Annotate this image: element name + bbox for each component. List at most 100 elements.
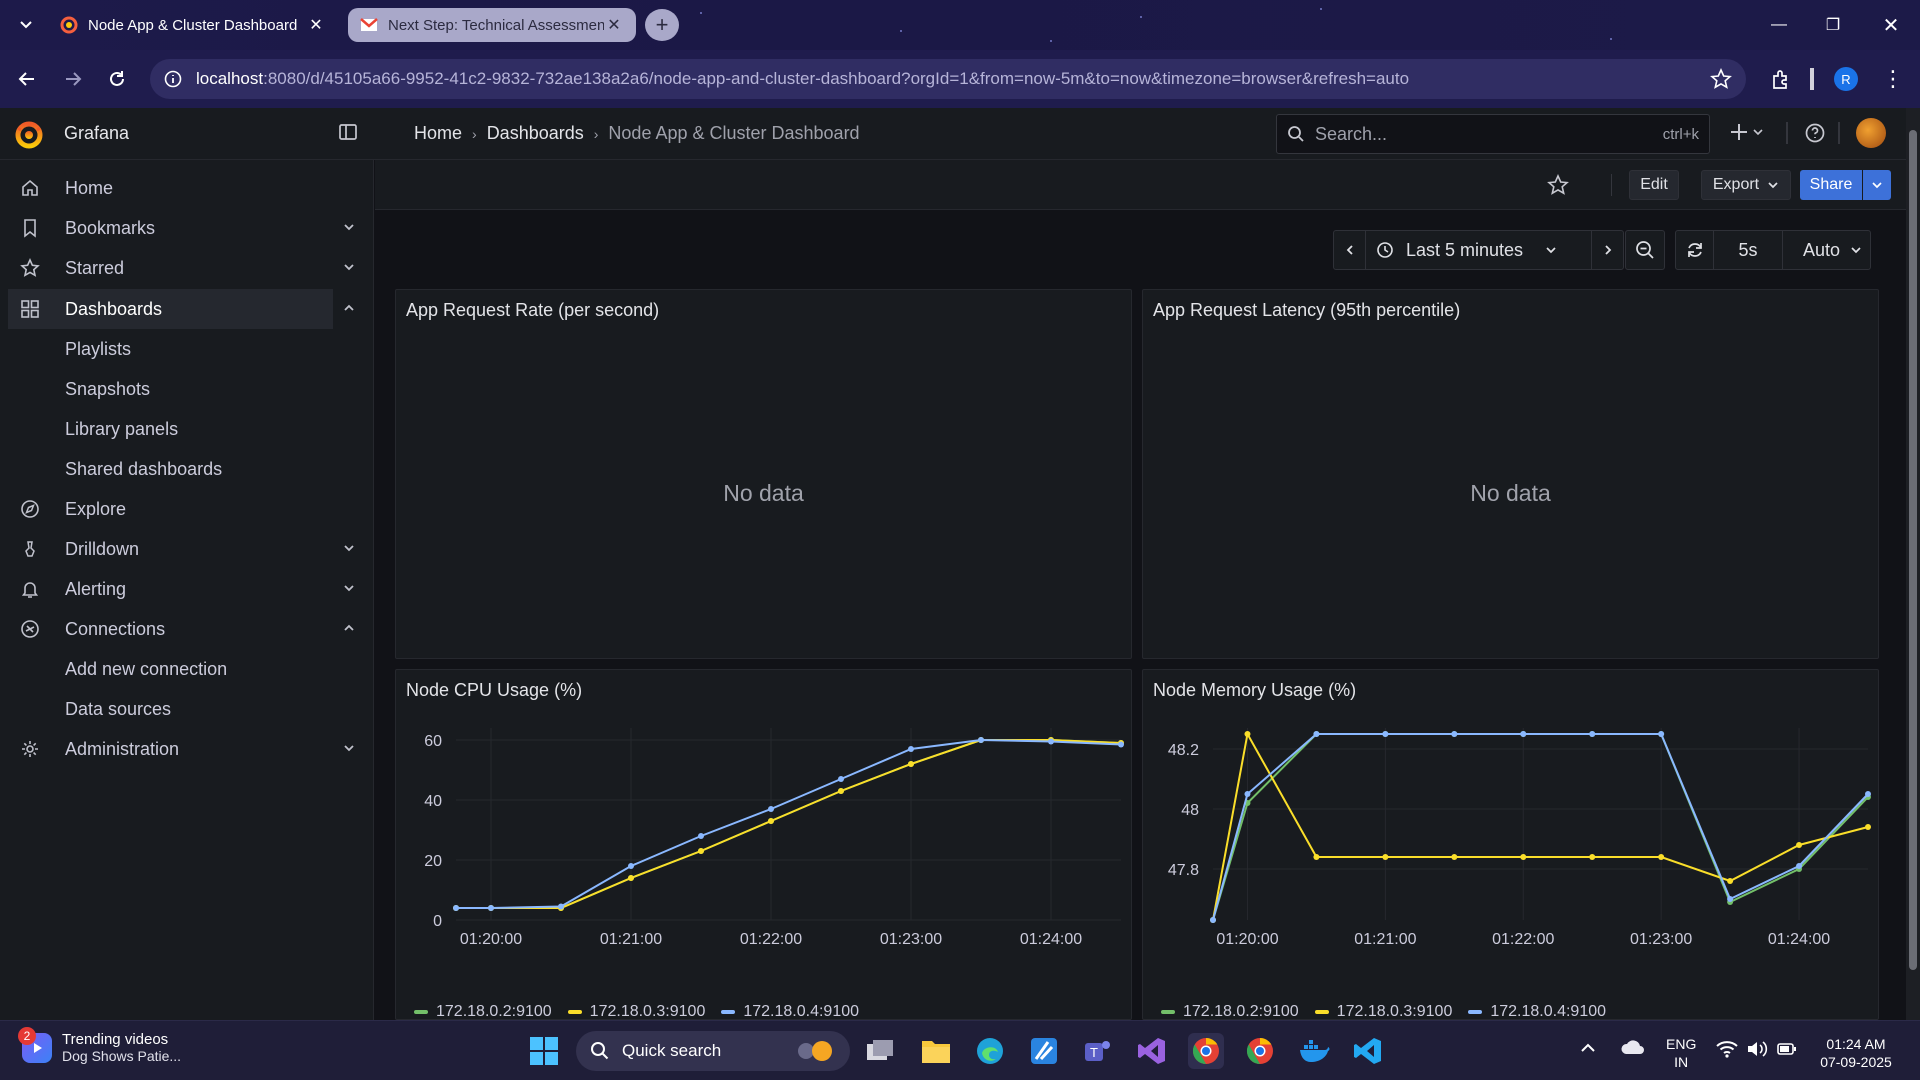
back-icon[interactable] bbox=[10, 62, 44, 96]
sidebar-item-drilldown[interactable]: Drilldown bbox=[0, 529, 374, 569]
sidebar-item-shared-dashboards[interactable]: Shared dashboards bbox=[0, 449, 374, 489]
grafana-logo-icon[interactable] bbox=[14, 120, 44, 150]
breadcrumb-dashboards[interactable]: Dashboards bbox=[487, 123, 584, 144]
page-scrollbar[interactable] bbox=[1906, 108, 1920, 1020]
windows-taskbar: 2 Trending videos Dog Shows Patie... Qui… bbox=[0, 1020, 1920, 1080]
sidebar-nav: Home Bookmarks Starred Dashboards Playli… bbox=[0, 160, 374, 1020]
language-indicator[interactable]: ENG IN bbox=[1666, 1035, 1696, 1071]
sidebar-item-bookmarks[interactable]: Bookmarks bbox=[0, 208, 374, 248]
chevron-down-icon[interactable] bbox=[342, 581, 356, 595]
dock-menu-icon[interactable] bbox=[338, 122, 358, 142]
volume-icon[interactable] bbox=[1746, 1040, 1768, 1058]
task-view-icon[interactable] bbox=[862, 1033, 898, 1069]
reload-icon[interactable] bbox=[100, 62, 134, 96]
legend-item[interactable]: 172.18.0.3:9100 bbox=[1314, 1003, 1452, 1021]
profile-button[interactable]: R bbox=[1828, 62, 1864, 96]
sidebar-item-data-sources[interactable]: Data sources bbox=[0, 689, 374, 729]
user-avatar[interactable] bbox=[1856, 118, 1886, 148]
sidebar-item-connections[interactable]: Connections bbox=[0, 609, 374, 649]
chevron-down-icon[interactable] bbox=[342, 220, 356, 234]
time-range-button[interactable]: Last 5 minutes bbox=[1366, 240, 1591, 261]
new-menu-button[interactable] bbox=[1730, 122, 1764, 142]
site-info-icon[interactable] bbox=[164, 70, 182, 88]
breadcrumb-home[interactable]: Home bbox=[414, 123, 462, 144]
legend-item[interactable]: 172.18.0.2:9100 bbox=[1161, 1003, 1299, 1021]
legend-item[interactable]: 172.18.0.4:9100 bbox=[721, 1003, 859, 1021]
export-button[interactable]: Export bbox=[1701, 170, 1791, 200]
zoom-out-icon[interactable] bbox=[1625, 230, 1665, 270]
panel-node-cpu-usage[interactable]: Node CPU Usage (%) 01:20:00 01:21:00 01:22… bbox=[395, 669, 1132, 1020]
refresh-interval[interactable]: 5s bbox=[1714, 240, 1782, 261]
new-tab-button[interactable]: + bbox=[645, 9, 679, 41]
sidebar-item-playlists[interactable]: Playlists bbox=[0, 329, 374, 369]
sidebar-item-dashboards[interactable]: Dashboards bbox=[8, 289, 354, 329]
legend-item[interactable]: 172.18.0.4:9100 bbox=[1468, 1003, 1606, 1021]
show-hidden-icons-icon[interactable] bbox=[1580, 1041, 1596, 1053]
time-back-icon[interactable] bbox=[1334, 231, 1366, 269]
battery-icon[interactable] bbox=[1776, 1040, 1798, 1058]
tab-close-icon[interactable]: ✕ bbox=[604, 15, 624, 35]
teams-icon[interactable]: T bbox=[1080, 1033, 1116, 1069]
chevron-up-icon[interactable] bbox=[342, 621, 356, 635]
sidebar-item-label: Connections bbox=[65, 618, 166, 639]
sidebar-item-library-panels[interactable]: Library panels bbox=[0, 409, 374, 449]
sidebar-item-starred[interactable]: Starred bbox=[0, 248, 374, 288]
wifi-icon[interactable] bbox=[1716, 1040, 1738, 1058]
close-window-icon[interactable]: ✕ bbox=[1864, 0, 1918, 50]
browser-menu-icon[interactable]: ⋮ bbox=[1878, 62, 1908, 96]
chevron-down-icon[interactable] bbox=[342, 260, 356, 274]
share-button[interactable]: Share bbox=[1800, 170, 1862, 200]
chevron-down-icon[interactable] bbox=[342, 741, 356, 755]
visual-studio-icon[interactable] bbox=[1134, 1033, 1170, 1069]
chrome-profile-icon[interactable] bbox=[1188, 1033, 1224, 1069]
azure-data-studio-icon[interactable] bbox=[1026, 1033, 1062, 1069]
mark-as-favorite-icon[interactable] bbox=[1543, 170, 1573, 200]
sidebar-item-home[interactable]: Home bbox=[0, 168, 374, 208]
sidebar-item-label: Bookmarks bbox=[65, 217, 156, 238]
windows-start-icon[interactable] bbox=[526, 1033, 562, 1069]
chevron-down-icon[interactable] bbox=[342, 541, 356, 555]
browser-tab-inactive[interactable]: Next Step: Technical Assessmen ✕ bbox=[348, 8, 636, 42]
share-menu-chevron-icon[interactable] bbox=[1863, 170, 1891, 200]
onedrive-cloud-icon[interactable] bbox=[1620, 1039, 1646, 1055]
chevron-up-icon[interactable] bbox=[342, 301, 356, 315]
panel-app-request-rate[interactable]: App Request Rate (per second) No data bbox=[395, 289, 1132, 659]
restore-icon[interactable]: ❐ bbox=[1806, 0, 1860, 50]
sidebar-item-snapshots[interactable]: Snapshots bbox=[0, 369, 374, 409]
browser-tab-active[interactable]: Node App & Cluster Dashboard ✕ bbox=[48, 8, 338, 42]
language-code: ENG bbox=[1666, 1036, 1697, 1052]
tab-close-icon[interactable]: ✕ bbox=[306, 15, 326, 35]
legend-item[interactable]: 172.18.0.2:9100 bbox=[414, 1003, 552, 1021]
sidebar-item-explore[interactable]: Explore bbox=[0, 489, 374, 529]
address-bar[interactable]: localhost:8080/d/45105a66-9952-41c2-9832… bbox=[150, 59, 1746, 99]
extensions-icon[interactable] bbox=[1764, 62, 1798, 96]
legend-item[interactable]: 172.18.0.3:9100 bbox=[567, 1003, 706, 1021]
time-forward-icon[interactable] bbox=[1591, 231, 1623, 269]
region-code: IN bbox=[1674, 1054, 1689, 1070]
minimize-icon[interactable]: — bbox=[1752, 0, 1806, 50]
clock[interactable]: 01:24 AM 07-09-2025 bbox=[1814, 1035, 1898, 1071]
forward-icon[interactable] bbox=[56, 62, 90, 96]
tab-search-chevron-icon[interactable] bbox=[14, 12, 38, 36]
taskbar-search[interactable]: Quick search bbox=[576, 1031, 850, 1071]
file-explorer-icon[interactable] bbox=[918, 1033, 954, 1069]
vscode-icon[interactable] bbox=[1350, 1033, 1386, 1069]
edit-button[interactable]: Edit bbox=[1629, 170, 1679, 200]
sidebar-item-add-new-connection[interactable]: Add new connection bbox=[0, 649, 374, 689]
edge-icon[interactable] bbox=[972, 1033, 1008, 1069]
news-widget[interactable]: 2 Trending videos Dog Shows Patie... bbox=[18, 1026, 181, 1064]
chart-legend: 172.18.0.2:9100 172.18.0.3:9100 172.18.0.4… bbox=[414, 1003, 859, 1021]
search-input[interactable]: Search... ctrl+k bbox=[1276, 114, 1710, 154]
panel-node-memory-usage[interactable]: Node Memory Usage (%) 01:20:00 01:21:00 01… bbox=[1142, 669, 1879, 1020]
scrollbar-thumb[interactable] bbox=[1909, 130, 1917, 970]
refresh-icon[interactable] bbox=[1676, 231, 1714, 269]
legend-label: 172.18.0.3:9100 bbox=[589, 1003, 706, 1020]
sidebar-item-alerting[interactable]: Alerting bbox=[0, 569, 374, 609]
help-icon[interactable] bbox=[1804, 122, 1826, 144]
sidebar-item-administration[interactable]: Administration bbox=[0, 729, 374, 769]
auto-refresh-button[interactable]: Auto bbox=[1782, 231, 1870, 269]
docker-icon[interactable] bbox=[1296, 1033, 1332, 1069]
bookmark-star-icon[interactable] bbox=[1710, 68, 1732, 90]
panel-app-request-latency[interactable]: App Request Latency (95th percentile) No… bbox=[1142, 289, 1879, 659]
chrome-icon[interactable] bbox=[1242, 1033, 1278, 1069]
